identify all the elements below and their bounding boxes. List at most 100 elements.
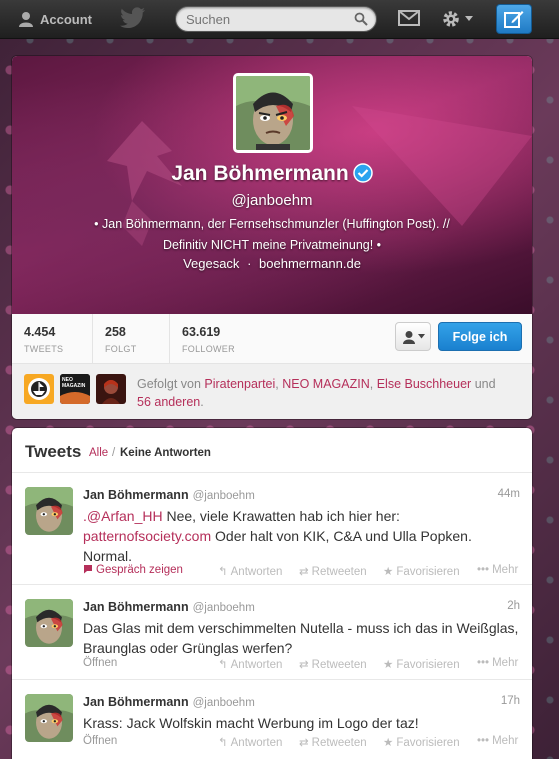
profile-name: Jan Böhmermann — [12, 162, 532, 189]
tweet-link[interactable]: patternofsociety.com — [83, 528, 211, 544]
stat-label: TWEETS — [24, 344, 64, 354]
open-tweet-link[interactable]: Öffnen — [83, 657, 117, 669]
reply-button[interactable]: ↰ Antworten — [218, 564, 282, 578]
tweet-item[interactable]: Jan Böhmermann @janboehm 2h Das Glas mit … — [12, 586, 532, 680]
filter-no-replies[interactable]: Keine Antworten — [120, 447, 211, 459]
follow-button[interactable]: Folge ich — [438, 322, 522, 351]
more-dots-icon: ••• — [477, 564, 490, 576]
followed-link-neo-magazin[interactable]: NEO MAGAZIN — [282, 377, 370, 391]
filter-separator: / — [112, 447, 116, 459]
followed-link-others[interactable]: 56 anderen — [137, 395, 200, 409]
profile-avatar[interactable] — [233, 73, 313, 153]
tweet-author[interactable]: Jan Böhmermann @janboehm — [83, 600, 255, 614]
favorite-button[interactable]: ★ Favorisieren — [383, 735, 460, 749]
tweet-author[interactable]: Jan Böhmermann @janboehm — [83, 488, 255, 502]
retweet-button[interactable]: ⇄ Retweeten — [299, 657, 367, 671]
retweet-button[interactable]: ⇄ Retweeten — [299, 735, 367, 749]
tweet-text: Krass: Jack Wolfskin macht Werbung im Lo… — [83, 715, 419, 731]
neo-magazin-logo-text: NEO MAGAZIN — [62, 377, 86, 389]
gear-icon — [443, 11, 459, 27]
profile-name-text: Jan Böhmermann — [171, 162, 349, 185]
stat-label: FOLLOWER — [182, 344, 235, 354]
verified-badge-icon — [352, 163, 373, 189]
tweet-item[interactable]: Jan Böhmermann @janboehm 17h Krass: Jack … — [12, 681, 532, 759]
more-button[interactable]: ••• Mehr — [477, 735, 518, 747]
more-dots-icon: ••• — [477, 657, 490, 669]
retweet-icon: ⇄ — [299, 566, 309, 578]
reply-button[interactable]: ↰ Antworten — [218, 657, 282, 671]
person-icon — [19, 12, 33, 27]
tweet-timestamp[interactable]: 2h — [507, 600, 520, 612]
speech-bubble-icon — [84, 565, 92, 574]
followed-prefix: Gefolgt von — [137, 377, 205, 391]
tweet-text: .@Arfan_HH Nee, viele Krawatten hab ich … — [83, 506, 523, 566]
follower-avatar-piratenpartei[interactable] — [24, 374, 54, 404]
tweet-text-part: Nee, viele Krawatten hab ich hier her: — [162, 508, 400, 524]
reply-button[interactable]: ↰ Antworten — [218, 735, 282, 749]
tweets-title: Tweets — [25, 442, 82, 461]
search-icon[interactable] — [354, 12, 368, 26]
favorite-button[interactable]: ★ Favorisieren — [383, 657, 460, 671]
tweet-avatar[interactable] — [25, 694, 73, 742]
profile-website-link[interactable]: boehmermann.de — [259, 256, 361, 271]
retweet-button[interactable]: ⇄ Retweeten — [299, 564, 367, 578]
filter-all-link[interactable]: Alle — [89, 447, 108, 459]
more-button[interactable]: ••• Mehr — [477, 564, 518, 576]
followed-link-else-buschheuer[interactable]: Else Buschheuer — [377, 377, 472, 391]
stat-value: 63.619 — [182, 325, 221, 339]
star-icon: ★ — [383, 659, 394, 671]
more-button[interactable]: ••• Mehr — [477, 657, 518, 669]
tweet-author-handle: @janboehm — [192, 697, 255, 709]
stat-tweets[interactable]: 4.454 TWEETS — [12, 314, 93, 364]
tweet-author-handle: @janboehm — [192, 490, 255, 502]
reply-icon: ↰ — [218, 566, 228, 578]
tweet-author-name: Jan Böhmermann — [83, 488, 189, 502]
follower-avatar-neo-magazin[interactable]: NEO MAGAZIN — [60, 374, 90, 404]
separator-dot: · — [247, 256, 252, 271]
tweets-header: Tweets Alle / Keine Antworten — [12, 428, 532, 473]
followed-link-piratenpartei[interactable]: Piratenpartei — [204, 377, 275, 391]
chevron-down-icon — [465, 16, 473, 21]
star-icon: ★ — [383, 737, 394, 749]
account-menu[interactable]: Account — [18, 8, 92, 30]
search-box[interactable] — [175, 6, 377, 32]
tweet-timestamp[interactable]: 17h — [501, 695, 520, 707]
favorite-button[interactable]: ★ Favorisieren — [383, 564, 460, 578]
reply-icon: ↰ — [218, 737, 228, 749]
tweet-timestamp[interactable]: 44m — [498, 488, 520, 500]
account-label: Account — [40, 11, 92, 27]
tweet-avatar[interactable] — [25, 599, 73, 647]
tweet-mention[interactable]: .@Arfan_HH — [83, 508, 163, 524]
chevron-down-icon — [417, 334, 425, 339]
tweet-actions: Öffnen ↰ Antworten ⇄ Retweeten ★ Favorisier… — [83, 735, 523, 751]
profile-location-line: Vegesack · boehmermann.de — [12, 256, 532, 271]
messages-button[interactable] — [398, 10, 420, 31]
tweet-author[interactable]: Jan Böhmermann @janboehm — [83, 695, 255, 709]
user-actions-button[interactable] — [395, 322, 431, 351]
tweet-avatar[interactable] — [25, 487, 73, 535]
stat-value: 258 — [105, 325, 126, 339]
open-tweet-link[interactable]: Öffnen — [83, 735, 117, 747]
profile-card: Jan Böhmermann @janboehm • Jan Böhmerman… — [12, 56, 532, 419]
settings-menu[interactable] — [440, 8, 473, 30]
period: . — [200, 395, 204, 409]
profile-bio-line: Definitiv NICHT meine Privatmeinung! • — [162, 238, 382, 252]
show-conversation-link[interactable]: Gespräch zeigen — [83, 564, 183, 576]
stat-following[interactable]: 258 FOLGT — [93, 314, 170, 364]
compose-icon — [504, 11, 524, 28]
follower-avatar-else-buschheuer[interactable] — [96, 374, 126, 404]
comma: , — [369, 377, 377, 391]
retweet-icon: ⇄ — [299, 737, 309, 749]
tweet-actions: Gespräch zeigen ↰ Antworten ⇄ Retweeten ★ F… — [83, 564, 523, 580]
tweet-actions: Öffnen ↰ Antworten ⇄ Retweeten ★ Favorisier… — [83, 657, 523, 673]
stat-followers[interactable]: 63.619 FOLLOWER — [170, 314, 270, 364]
retweet-icon: ⇄ — [299, 659, 309, 671]
reply-icon: ↰ — [218, 659, 228, 671]
tweet-item[interactable]: Jan Böhmermann @janboehm 44m .@Arfan_HH N… — [12, 474, 532, 585]
compose-tweet-button[interactable] — [496, 4, 532, 34]
twitter-bird-icon[interactable] — [120, 7, 146, 34]
profile-handle: @janboehm — [231, 192, 313, 209]
search-input[interactable] — [186, 10, 346, 28]
person-icon — [402, 330, 415, 344]
tweet-author-name: Jan Böhmermann — [83, 600, 189, 614]
